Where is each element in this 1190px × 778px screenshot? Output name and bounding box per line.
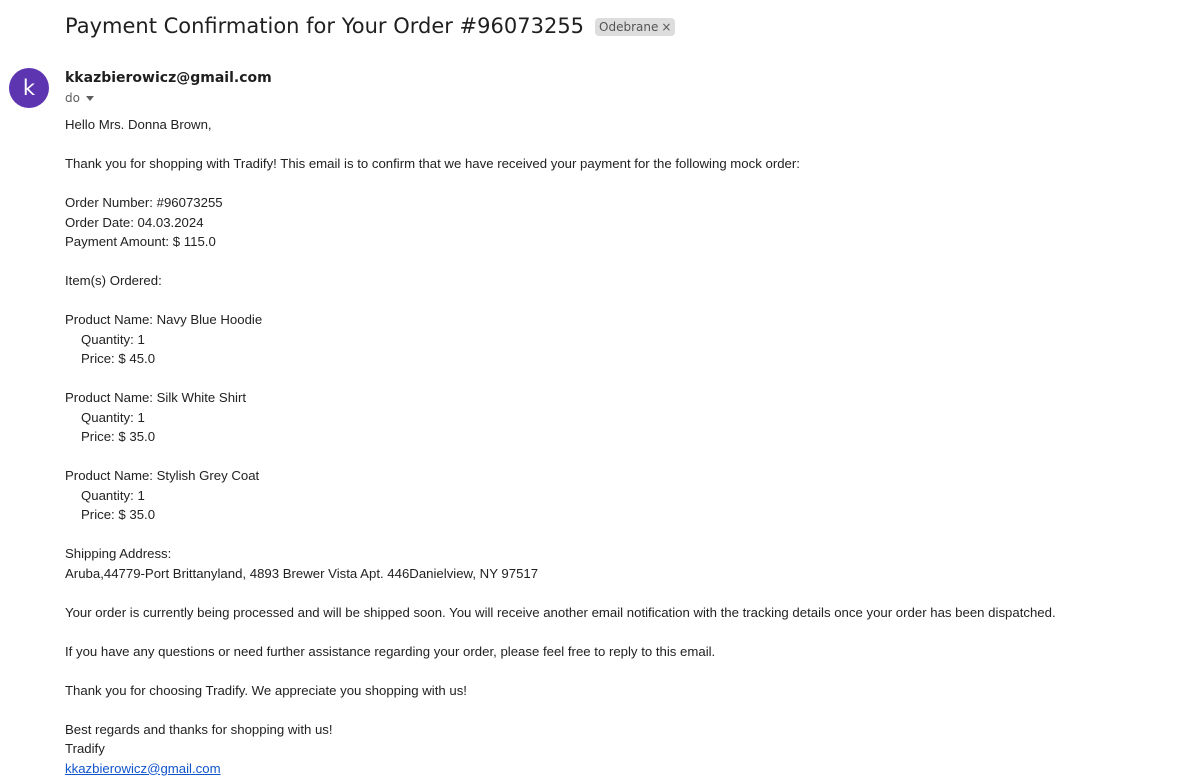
avatar-letter: k — [22, 76, 36, 100]
items-heading: Item(s) Ordered: — [65, 273, 162, 288]
intro-text: Thank you for shopping with Tradify! Thi… — [65, 156, 800, 171]
thanks-note: Thank you for choosing Tradify. We appre… — [65, 682, 467, 698]
order-date: Order Date: 04.03.2024 — [65, 214, 204, 230]
order-number: Order Number: #96073255 — [65, 195, 223, 210]
email-subject-row: Payment Confirmation for Your Order #960… — [65, 12, 676, 40]
signoff: Best regards and thanks for shopping wit… — [65, 721, 333, 737]
recipients-label: do — [65, 91, 80, 105]
product-quantity: Quantity: 1 — [81, 409, 145, 425]
processing-note: Your order is currently being processed … — [65, 604, 1056, 620]
signature-name: Tradify — [65, 741, 105, 756]
questions-note: If you have any questions or need furthe… — [65, 643, 716, 659]
inbox-label-text: Odebrane — [599, 20, 659, 34]
order-item: Product Name: Navy Blue Hoodie Quantity:… — [65, 310, 1165, 369]
product-name: Product Name: Stylish Grey Coat — [65, 468, 260, 483]
product-quantity: Quantity: 1 — [81, 331, 145, 347]
shipping-address: Aruba,44779-Port Brittanyland, 4893 Brew… — [65, 565, 539, 581]
product-price: Price: $ 35.0 — [81, 429, 156, 444]
product-name: Product Name: Navy Blue Hoodie — [65, 312, 263, 327]
greeting: Hello Mrs. Donna Brown, — [65, 117, 212, 132]
email-subject: Payment Confirmation for Your Order #960… — [65, 14, 585, 38]
sender-email[interactable]: kkazbierowicz@gmail.com — [65, 69, 272, 87]
inbox-label-chip[interactable]: Odebrane × — [595, 18, 676, 36]
shipping-heading: Shipping Address: — [65, 546, 172, 561]
signature-email-link[interactable]: kkazbierowicz@gmail.com — [65, 761, 221, 776]
chevron-down-icon[interactable] — [85, 95, 94, 101]
remove-label-icon[interactable]: × — [661, 18, 671, 36]
email-body: Hello Mrs. Donna Brown, Thank you for sh… — [65, 115, 1165, 778]
product-name: Product Name: Silk White Shirt — [65, 390, 247, 405]
payment-amount: Payment Amount: $ 115.0 — [65, 234, 216, 249]
product-price: Price: $ 45.0 — [81, 351, 156, 366]
product-quantity: Quantity: 1 — [81, 487, 145, 503]
order-item: Product Name: Silk White Shirt Quantity:… — [65, 388, 1165, 447]
recipients-dropdown[interactable]: do — [65, 90, 94, 106]
product-price: Price: $ 35.0 — [81, 507, 156, 522]
order-item: Product Name: Stylish Grey Coat Quantity… — [65, 466, 1165, 525]
sender-avatar[interactable]: k — [9, 68, 49, 108]
